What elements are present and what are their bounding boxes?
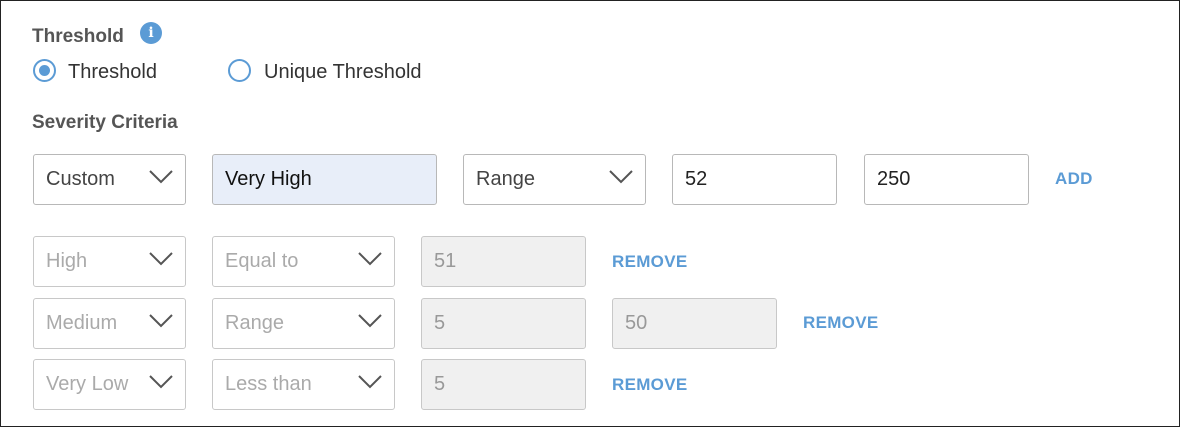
row-medium-operator-select[interactable]: Range [212, 298, 395, 349]
new-severity-name-input[interactable]: Very High [212, 154, 437, 205]
threshold-settings-panel: Threshold i Threshold Unique Threshold S… [0, 0, 1180, 427]
new-severity-level-select[interactable]: Custom [33, 154, 186, 205]
chevron-down-icon [358, 314, 382, 328]
row-value: 5 [434, 312, 446, 334]
radio-threshold[interactable] [33, 59, 56, 82]
chevron-down-icon [149, 170, 173, 184]
new-from-value: 52 [685, 168, 708, 190]
remove-very-low-button[interactable]: REMOVE [612, 375, 687, 395]
row-very-low-operator-select[interactable]: Less than [212, 359, 395, 410]
threshold-title: Threshold [32, 26, 124, 47]
add-button[interactable]: ADD [1055, 169, 1093, 189]
chevron-down-icon [149, 314, 173, 328]
new-severity-name-value: Very High [225, 168, 312, 190]
info-icon[interactable]: i [140, 22, 162, 44]
new-operator-value: Range [476, 168, 535, 190]
row-level-value: Medium [46, 312, 118, 334]
row-medium-level-select[interactable]: Medium [33, 298, 186, 349]
row-value: 50 [625, 312, 648, 334]
row-medium-from-input[interactable]: 5 [421, 298, 586, 349]
chevron-down-icon [149, 375, 173, 389]
row-value: 51 [434, 250, 457, 272]
row-operator-value: Range [225, 312, 284, 334]
row-medium-to-input[interactable]: 50 [612, 298, 777, 349]
row-level-value: High [46, 250, 88, 272]
row-high-operator-select[interactable]: Equal to [212, 236, 395, 287]
row-operator-value: Less than [225, 373, 312, 395]
row-value: 5 [434, 373, 446, 395]
row-high-level-select[interactable]: High [33, 236, 186, 287]
new-to-value: 250 [877, 168, 911, 190]
radio-threshold-label[interactable]: Threshold [68, 61, 157, 84]
remove-high-button[interactable]: REMOVE [612, 252, 687, 272]
row-level-value: Very Low [46, 373, 129, 395]
new-severity-level-value: Custom [46, 168, 115, 190]
radio-unique-threshold[interactable] [228, 59, 251, 82]
row-very-low-level-select[interactable]: Very Low [33, 359, 186, 410]
new-operator-select[interactable]: Range [463, 154, 646, 205]
radio-unique-threshold-label[interactable]: Unique Threshold [264, 61, 422, 84]
chevron-down-icon [358, 375, 382, 389]
remove-medium-button[interactable]: REMOVE [803, 313, 878, 333]
chevron-down-icon [149, 252, 173, 266]
new-to-value-input[interactable]: 250 [864, 154, 1029, 205]
chevron-down-icon [358, 252, 382, 266]
severity-criteria-title: Severity Criteria [32, 112, 178, 133]
new-from-value-input[interactable]: 52 [672, 154, 837, 205]
row-operator-value: Equal to [225, 250, 299, 272]
chevron-down-icon [609, 170, 633, 184]
row-high-value-input[interactable]: 51 [421, 236, 586, 287]
row-very-low-value-input[interactable]: 5 [421, 359, 586, 410]
